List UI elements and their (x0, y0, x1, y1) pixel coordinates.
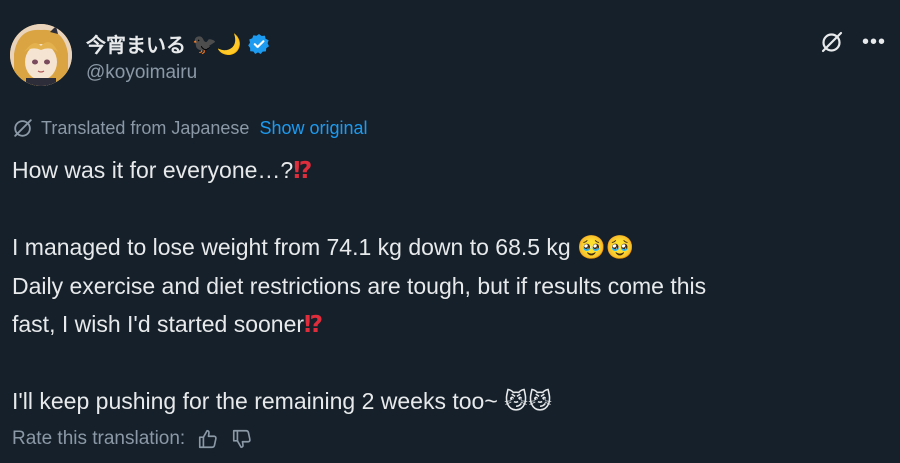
translated-label: Translated from Japanese (41, 117, 250, 138)
tweet-line: I managed to lose weight from 74.1 kg do… (12, 228, 882, 267)
tweet-text: How was it for everyone…?⁉ I managed to … (12, 151, 882, 421)
thumbs-up-icon[interactable] (197, 428, 219, 450)
top-actions: ••• (820, 30, 886, 54)
show-original-link[interactable]: Show original (259, 118, 367, 139)
avatar[interactable] (10, 24, 72, 86)
grok-icon[interactable] (820, 30, 844, 54)
pleading-face-emoji: 🥹🥹 (577, 235, 635, 261)
tweet-line-5: I'll keep pushing for the remaining 2 we… (12, 388, 498, 414)
tweet-line: Daily exercise and diet restrictions are… (12, 267, 882, 305)
tweet-line-3: Daily exercise and diet restrictions are… (12, 273, 707, 299)
rate-translation: Rate this translation: (12, 428, 253, 450)
handle[interactable]: @koyoimairu (86, 62, 197, 84)
tweet-line-1: How was it for everyone…? (12, 157, 294, 183)
rate-label: Rate this translation: (12, 428, 186, 449)
translation-bar: Translated from Japanese Show original (12, 117, 368, 139)
smirking-cat-emoji: 😼😼 (504, 389, 553, 415)
tweet-line: I'll keep pushing for the remaining 2 we… (12, 382, 882, 421)
tweet-line-4: fast, I wish I'd started sooner (12, 311, 305, 337)
interrobang-emoji: ⁉ (293, 158, 313, 184)
thumbs-down-icon[interactable] (231, 428, 253, 450)
display-name[interactable]: 今宵まいる (86, 29, 186, 58)
verified-badge-icon[interactable] (248, 33, 270, 55)
name-row: 今宵まいる 🐦‍⬛🌙 (86, 29, 270, 58)
avatar-image (10, 24, 72, 86)
interrobang-emoji: ⁉ (304, 312, 324, 338)
tweet-line: fast, I wish I'd started sooner⁉ (12, 305, 882, 344)
tweet-line: How was it for everyone…?⁉ (12, 151, 882, 190)
more-icon[interactable]: ••• (862, 31, 886, 54)
tweet-line-2: I managed to lose weight from 74.1 kg do… (12, 234, 571, 260)
name-emojis: 🐦‍⬛🌙 (192, 31, 242, 56)
translate-icon (12, 117, 34, 139)
